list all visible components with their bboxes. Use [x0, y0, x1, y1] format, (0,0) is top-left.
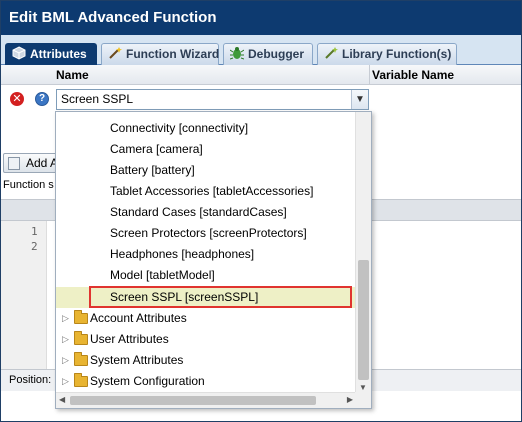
chevron-down-icon[interactable]: ▼ [351, 90, 368, 109]
expand-arrow-icon[interactable]: ▷ [62, 371, 69, 392]
dropdown-item-label: Headphones [headphones] [110, 247, 255, 261]
dropdown-item-label: Battery [battery] [110, 163, 195, 177]
name-combobox[interactable]: Screen SSPL ▼ [56, 89, 369, 110]
vertical-scrollbar[interactable]: ▼ [355, 112, 371, 394]
library-icon [325, 47, 338, 59]
name-dropdown-list[interactable]: Connectivity [connectivity] Camera [came… [55, 111, 372, 409]
bug-icon [230, 47, 244, 60]
horizontal-scrollbar[interactable]: ◀ ▶ [56, 392, 356, 408]
tab-library-functions-label: Library Function(s) [342, 47, 452, 61]
dropdown-item[interactable]: Headphones [headphones] [56, 244, 356, 265]
tab-debugger-label: Debugger [248, 47, 305, 61]
line-number: 1 [31, 225, 38, 238]
dropdown-folder[interactable]: ▷ System Configuration [56, 371, 356, 392]
add-button-label: Add A [26, 156, 59, 170]
dropdown-item-label: Standard Cases [standardCases] [110, 205, 287, 219]
selection-highlight-box [89, 286, 352, 308]
dropdown-item[interactable]: Connectivity [connectivity] [56, 118, 356, 139]
cube-icon [12, 46, 26, 60]
function-label: Function s [3, 179, 54, 191]
tab-library-functions[interactable]: Library Function(s) [317, 43, 457, 65]
position-label: Position: [9, 374, 52, 386]
expand-arrow-icon[interactable]: ▷ [62, 329, 69, 350]
scroll-right-arrow-icon[interactable]: ▶ [347, 395, 353, 404]
tab-strip: Attributes Function Wizard Debugger Libr… [1, 35, 521, 66]
expand-arrow-icon[interactable]: ▷ [62, 350, 69, 371]
dropdown-item-label: Camera [camera] [110, 142, 203, 156]
folder-icon [74, 310, 88, 324]
name-combobox-value: Screen SSPL [61, 92, 134, 106]
line-number: 2 [31, 240, 38, 253]
folder-icon [74, 352, 88, 366]
tab-attributes-label: Attributes [30, 47, 87, 61]
tab-function-wizard-label: Function Wizard [126, 47, 220, 61]
vertical-scroll-thumb[interactable] [358, 260, 369, 380]
dropdown-item[interactable]: Model [tabletModel] [56, 265, 356, 286]
dropdown-item-label: Model [tabletModel] [110, 268, 215, 282]
dropdown-folder-label: Account Attributes [90, 311, 187, 325]
dropdown-item[interactable]: Tablet Accessories [tabletAccessories] [56, 181, 356, 202]
dropdown-folder[interactable]: ▷ Account Attributes [56, 308, 356, 329]
wand-icon [109, 47, 122, 59]
column-header: Name Variable Name [1, 65, 521, 85]
scroll-down-arrow-icon[interactable]: ▼ [359, 383, 367, 392]
page-icon [8, 157, 20, 170]
delete-icon[interactable]: ✕ [10, 92, 24, 106]
tab-function-wizard[interactable]: Function Wizard [101, 43, 219, 65]
column-name: Name [56, 68, 89, 82]
dropdown-item-label: Connectivity [connectivity] [110, 121, 249, 135]
scrollbar-corner [355, 392, 371, 408]
dropdown-folder-label: System Configuration [90, 374, 205, 388]
line-gutter: 1 2 [1, 221, 47, 369]
dropdown-folder-label: System Attributes [90, 353, 184, 367]
add-button[interactable]: Add A [3, 153, 63, 173]
tab-debugger[interactable]: Debugger [223, 43, 313, 65]
horizontal-scroll-thumb[interactable] [70, 396, 316, 405]
dropdown-folder-label: User Attributes [90, 332, 169, 346]
edit-bml-dialog: Edit BML Advanced Function Attributes Fu… [0, 0, 522, 422]
attribute-row: ✕ ? Screen SSPL ▼ [1, 85, 521, 113]
expand-arrow-icon[interactable]: ▷ [62, 308, 69, 329]
dropdown-folder[interactable]: ▷ User Attributes [56, 329, 356, 350]
dropdown-item-label: Screen Protectors [screenProtectors] [110, 226, 307, 240]
dropdown-item[interactable]: Standard Cases [standardCases] [56, 202, 356, 223]
help-icon[interactable]: ? [35, 92, 49, 106]
dropdown-folder[interactable]: ▷ System Attributes [56, 350, 356, 371]
dialog-title: Edit BML Advanced Function [1, 1, 521, 35]
tab-attributes[interactable]: Attributes [5, 43, 97, 66]
column-variable-name: Variable Name [369, 65, 521, 85]
scroll-left-arrow-icon[interactable]: ◀ [59, 395, 65, 404]
dropdown-item[interactable]: Screen Protectors [screenProtectors] [56, 223, 356, 244]
folder-icon [74, 331, 88, 345]
dropdown-item-label: Tablet Accessories [tabletAccessories] [110, 184, 314, 198]
folder-icon [74, 373, 88, 387]
dropdown-item[interactable]: Camera [camera] [56, 139, 356, 160]
dropdown-item[interactable]: Battery [battery] [56, 160, 356, 181]
